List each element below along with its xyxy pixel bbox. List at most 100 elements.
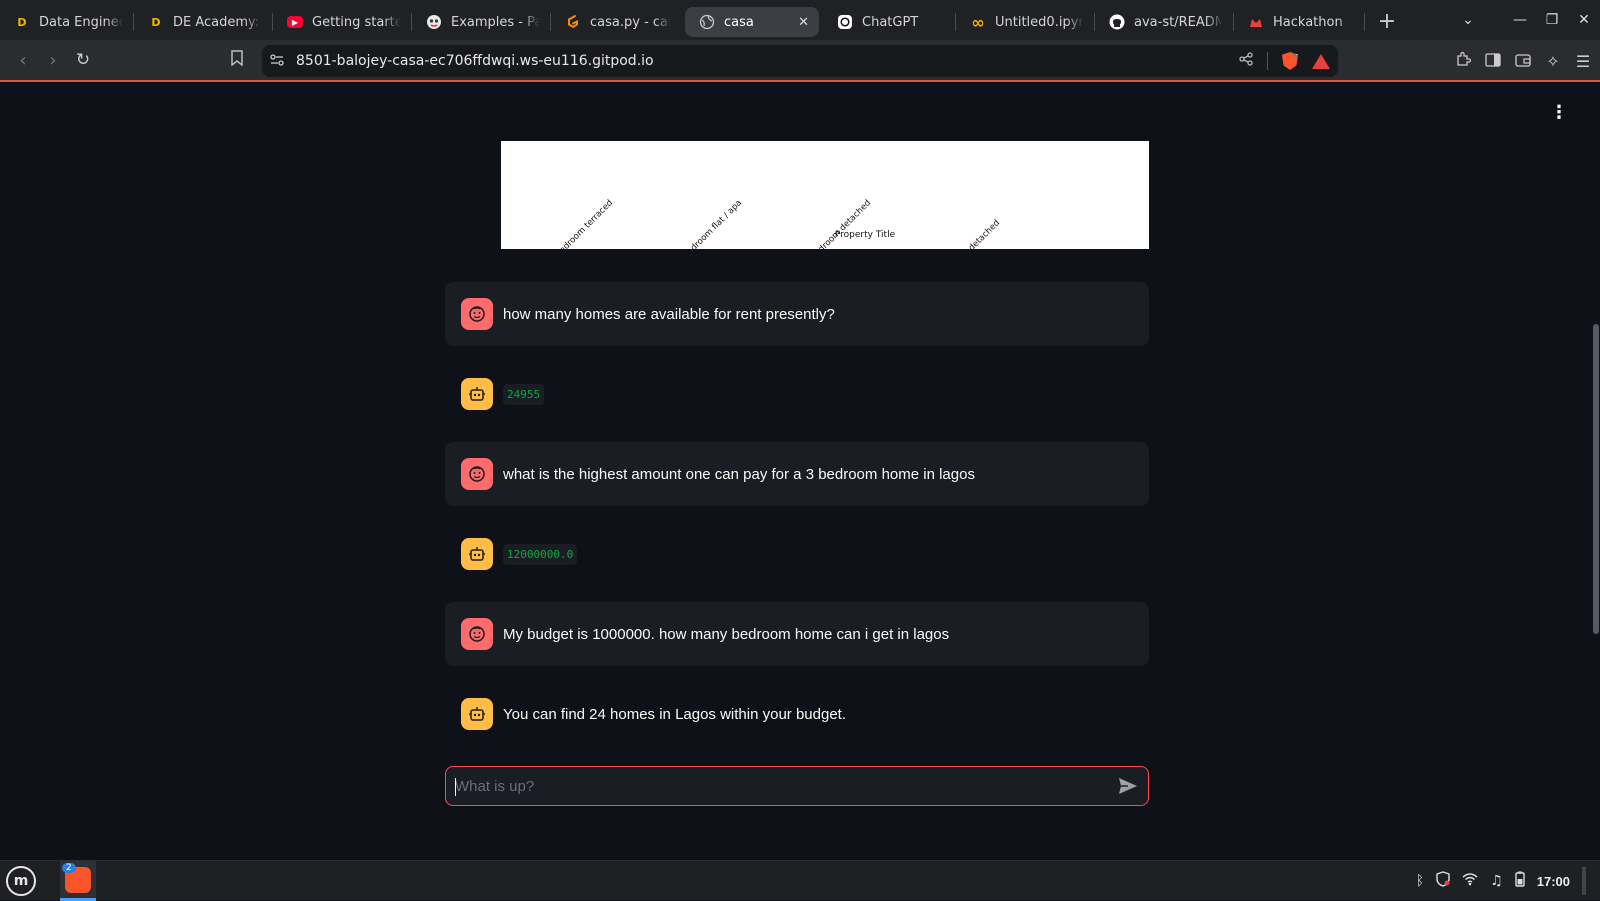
chat-input-box <box>445 766 1149 806</box>
close-tab-icon[interactable]: ✕ <box>798 15 809 30</box>
reload-icon[interactable]: ↻ <box>68 50 98 70</box>
send-icon[interactable] <box>1118 777 1138 799</box>
address-bar[interactable]: 8501-balojey-casa-ec706ffdwqi.ws-eu116.g… <box>262 45 1338 77</box>
tab-label: casa.py - casa - ( <box>590 14 671 30</box>
tab-untitled-ipynb[interactable]: ∞ Untitled0.ipynb <box>956 7 1094 37</box>
music-note-icon[interactable]: ♫ <box>1490 873 1503 889</box>
tab-data-engineer[interactable]: D Data Engineer A <box>0 7 133 37</box>
globe-favicon-icon <box>699 14 715 30</box>
smiley-face-icon <box>469 626 485 642</box>
assistant-avatar <box>461 378 493 410</box>
back-arrow-icon[interactable]: ‹ <box>8 50 38 71</box>
restore-window-icon[interactable]: ❐ <box>1536 12 1568 28</box>
streamlit-app: ⋮ Property Title 3 bedroom terraced 3 bed… <box>0 84 1600 860</box>
chart-x-tick-label: 3 bedroom detached <box>803 198 873 249</box>
chat-message-text: what is the highest amount one can pay f… <box>503 465 975 483</box>
tab-label: Examples - Pan <box>451 14 540 30</box>
tab-examples[interactable]: Examples - Pan <box>412 7 550 37</box>
app-menu-icon[interactable]: ⋮ <box>1550 104 1568 122</box>
bookmark-icon[interactable] <box>230 50 244 70</box>
tab-label: Getting started <box>312 14 401 30</box>
leo-ai-icon[interactable]: ✧ <box>1544 52 1562 71</box>
chart-x-tick-label: 3 bedroom flat / apa <box>676 198 744 249</box>
clock: 17:00 <box>1536 873 1570 889</box>
minimize-window-icon[interactable]: — <box>1504 12 1536 28</box>
youtube-favicon-icon: ▶ <box>287 16 303 28</box>
tab-casa-py[interactable]: casa.py - casa - ( <box>551 7 681 37</box>
tab-label: DE Academy: Le <box>173 14 262 30</box>
show-desktop-button[interactable] <box>1582 867 1586 895</box>
gitpod-favicon-icon <box>565 14 581 30</box>
os-taskbar: m 2 ᛒ ♫ 17:00 <box>0 860 1600 901</box>
property-chart: Property Title 3 bedroom terraced 3 bedro… <box>501 141 1149 249</box>
user-avatar <box>461 618 493 650</box>
taskbar-brave-browser[interactable]: 2 <box>60 861 96 901</box>
tab-getting-started[interactable]: ▶ Getting started <box>273 7 411 37</box>
smiley-face-icon <box>469 306 485 322</box>
chat-response-code: 12000000.0 <box>503 543 578 565</box>
robot-icon <box>469 387 485 401</box>
mint-menu-icon[interactable]: m <box>6 866 36 896</box>
chat-message-assistant: You can find 24 homes in Lagos within yo… <box>445 683 1149 745</box>
brave-shields-icon[interactable]: 1 <box>1282 52 1298 70</box>
page-scrollbar[interactable] <box>1593 324 1599 634</box>
browser-toolbar: ‹ › ↻ 8501-balojey-casa-ec706ffdwqi.ws-e… <box>0 40 1600 82</box>
chat-message-assistant: 12000000.0 <box>445 523 1149 585</box>
chart-x-tick-label: 3 bedroom terraced <box>548 198 615 249</box>
chat-message-text: how many homes are available for rent pr… <box>503 305 835 323</box>
wallet-icon[interactable] <box>1514 52 1532 71</box>
brave-rewards-icon[interactable] <box>1312 53 1330 69</box>
chat-message-user: how many homes are available for rent pr… <box>445 282 1149 346</box>
chat-message-text: You can find 24 homes in Lagos within yo… <box>503 705 847 723</box>
tab-ava-st-readme[interactable]: ava-st/README <box>1095 7 1233 37</box>
tab-hackathon[interactable]: Hackathon <box>1234 7 1364 37</box>
tab-label: ava-st/README <box>1134 14 1223 30</box>
colab-favicon-icon: ∞ <box>971 12 985 32</box>
user-avatar <box>461 458 493 490</box>
deacademy-favicon-icon: D <box>151 15 161 29</box>
divider <box>1267 52 1268 70</box>
dataengineer-favicon-icon: D <box>17 15 27 29</box>
window-controls: ⌄ — ❐ ✕ <box>1452 0 1600 40</box>
system-tray: ᛒ ♫ 17:00 <box>1416 861 1586 901</box>
chat-input[interactable] <box>455 777 1085 795</box>
chart-svg: Property Title 3 bedroom terraced 3 bedro… <box>548 198 1002 249</box>
tab-label: ChatGPT <box>862 14 919 30</box>
robot-icon <box>469 547 485 561</box>
shields-count-badge: 1 <box>1292 52 1298 57</box>
close-window-icon[interactable]: ✕ <box>1568 12 1600 28</box>
url-text: 8501-balojey-casa-ec706ffdwqi.ws-eu116.g… <box>296 53 654 69</box>
chat-response-code: 24955 <box>503 383 545 405</box>
site-settings-icon[interactable] <box>262 53 292 69</box>
tab-label: Untitled0.ipynb <box>995 14 1084 30</box>
shield-update-icon[interactable] <box>1436 871 1450 891</box>
chatgpt-favicon-icon <box>837 14 853 30</box>
assistant-avatar <box>461 698 493 730</box>
chart-x-tick-label: 3 bedroom semi-detached <box>916 218 1002 249</box>
text-caret <box>455 778 456 796</box>
address-bar-actions: 1 <box>1239 45 1330 77</box>
tab-label: casa <box>724 14 754 30</box>
battery-icon[interactable] <box>1515 871 1525 891</box>
menu-hamburger-icon[interactable]: ☰ <box>1574 52 1592 71</box>
tab-casa-active[interactable]: casa ✕ <box>685 7 819 37</box>
tab-search-chevron-icon[interactable]: ⌄ <box>1452 12 1484 28</box>
github-favicon-icon <box>1109 14 1125 30</box>
extensions-icon[interactable] <box>1454 51 1472 71</box>
share-icon[interactable] <box>1239 52 1253 70</box>
assistant-avatar <box>461 538 493 570</box>
forward-arrow-icon[interactable]: › <box>38 50 68 71</box>
chat-message-text: My budget is 1000000. how many bedroom h… <box>503 625 950 643</box>
tab-divider <box>1364 13 1365 31</box>
chat-message-user: what is the highest amount one can pay f… <box>445 442 1149 506</box>
tab-chatgpt[interactable]: ChatGPT <box>823 7 955 37</box>
tab-label: Hackathon <box>1273 14 1343 30</box>
tab-de-academy[interactable]: D DE Academy: Le <box>134 7 272 37</box>
panel-favicon-icon <box>426 14 442 30</box>
wifi-icon[interactable] <box>1462 872 1478 890</box>
sidebar-toggle-icon[interactable] <box>1484 52 1502 71</box>
smiley-face-icon <box>469 466 485 482</box>
bluetooth-icon[interactable]: ᛒ <box>1416 873 1424 889</box>
new-tab-button[interactable]: + <box>1371 9 1403 34</box>
user-avatar <box>461 298 493 330</box>
